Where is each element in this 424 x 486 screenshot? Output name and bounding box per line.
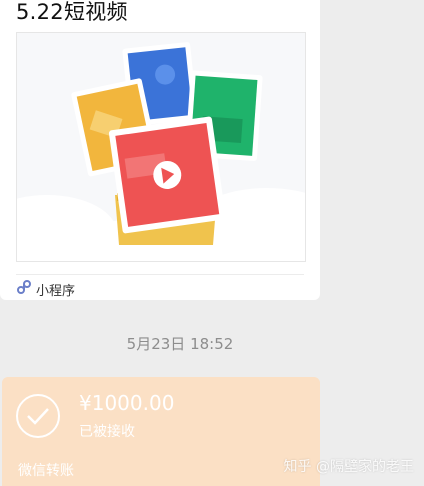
preview-image	[16, 32, 306, 262]
mini-program-title: 5.22短视频	[16, 0, 128, 24]
transfer-amount: ¥1000.00	[79, 391, 175, 415]
watermark: 知乎 @隔壁家的老王	[283, 459, 414, 475]
check-circle-icon	[16, 394, 60, 438]
mini-program-card[interactable]: 5.22短视频 小程序	[0, 0, 320, 300]
mini-program-footer: 小程序	[16, 279, 75, 299]
transfer-status: 已被接收	[79, 424, 135, 440]
transfer-bubble[interactable]: ¥1000.00 已被接收 微信转账	[2, 377, 320, 486]
mini-program-label: 小程序	[36, 283, 76, 299]
card-divider	[16, 274, 304, 275]
transfer-label: 微信转账	[18, 463, 74, 479]
video-cards-illustration	[17, 42, 305, 261]
mini-program-icon	[16, 279, 32, 299]
message-timestamp: 5月23日 18:52	[126, 335, 234, 353]
